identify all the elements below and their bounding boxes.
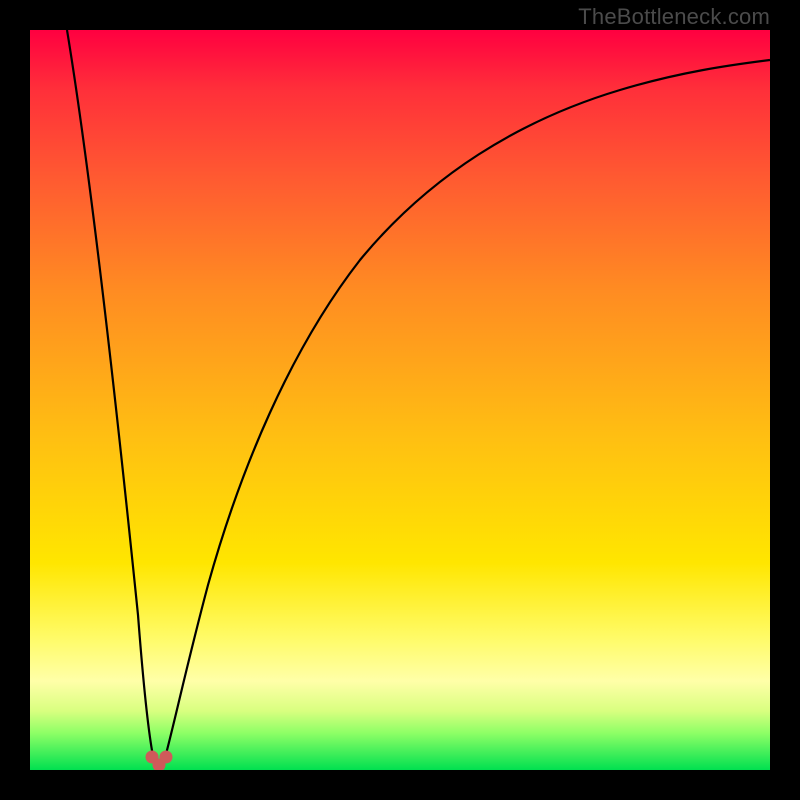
chart-frame: TheBottleneck.com <box>0 0 800 800</box>
bottleneck-curve-path <box>67 30 770 767</box>
bottleneck-curve-svg <box>30 30 770 770</box>
plot-area <box>30 30 770 770</box>
optimal-marker-group <box>146 751 172 770</box>
watermark-text: TheBottleneck.com <box>578 4 770 30</box>
optimal-marker-dot <box>160 751 172 763</box>
